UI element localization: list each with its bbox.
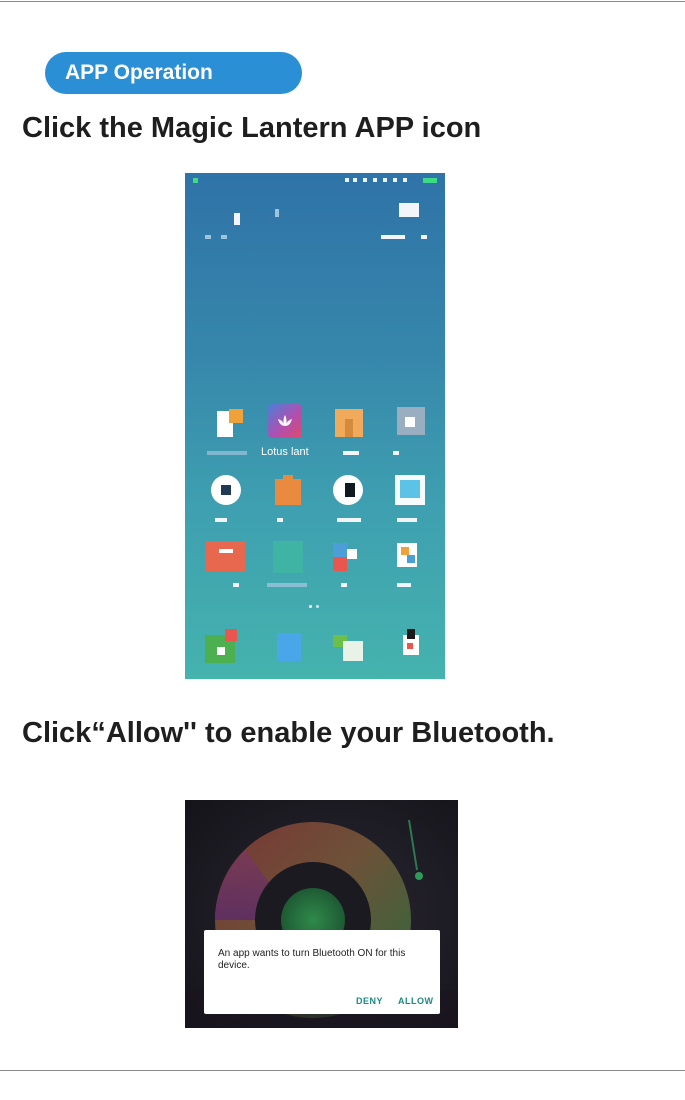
- step2-heading: Click“Allow'' to enable your Bluetooth.: [22, 717, 555, 749]
- step1-heading: Click the Magic Lantern APP icon: [22, 112, 482, 144]
- app-icon[interactable]: [213, 409, 243, 443]
- dock-app-icon[interactable]: [273, 629, 303, 663]
- app-icon[interactable]: [397, 543, 427, 577]
- top-divider: [0, 1, 685, 2]
- lotus-lantern-app-label[interactable]: Lotus lant: [261, 446, 309, 458]
- app-icon[interactable]: [333, 543, 363, 577]
- allow-button[interactable]: ALLOW: [398, 996, 434, 1006]
- dock-app-icon[interactable]: [205, 629, 237, 663]
- lotus-lantern-app-icon[interactable]: [268, 404, 302, 438]
- app-icon[interactable]: [211, 475, 241, 509]
- app-icon[interactable]: [335, 409, 365, 443]
- dialog-message: An app wants to turn Bluetooth ON for th…: [218, 948, 406, 971]
- lotus-icon: [278, 415, 292, 426]
- dock-app-icon[interactable]: [397, 629, 427, 663]
- app-icon[interactable]: [273, 475, 303, 509]
- home-screen-screenshot: Lotus lant: [185, 173, 445, 679]
- app-icon[interactable]: [397, 407, 427, 441]
- app-icon[interactable]: [273, 541, 303, 575]
- bottom-divider: [0, 1070, 685, 1071]
- status-bar: [185, 177, 445, 187]
- dock-app-icon[interactable]: [333, 631, 363, 665]
- bluetooth-permission-dialog: An app wants to turn Bluetooth ON for th…: [204, 930, 440, 1014]
- app-icon[interactable]: [333, 475, 363, 509]
- section-badge: APP Operation: [45, 52, 302, 94]
- bluetooth-permission-screenshot: An app wants to turn Bluetooth ON for th…: [185, 800, 458, 1028]
- battery-icon: [423, 178, 437, 183]
- app-icon[interactable]: [395, 475, 425, 509]
- deny-button[interactable]: DENY: [356, 996, 383, 1006]
- app-icon[interactable]: [205, 541, 245, 575]
